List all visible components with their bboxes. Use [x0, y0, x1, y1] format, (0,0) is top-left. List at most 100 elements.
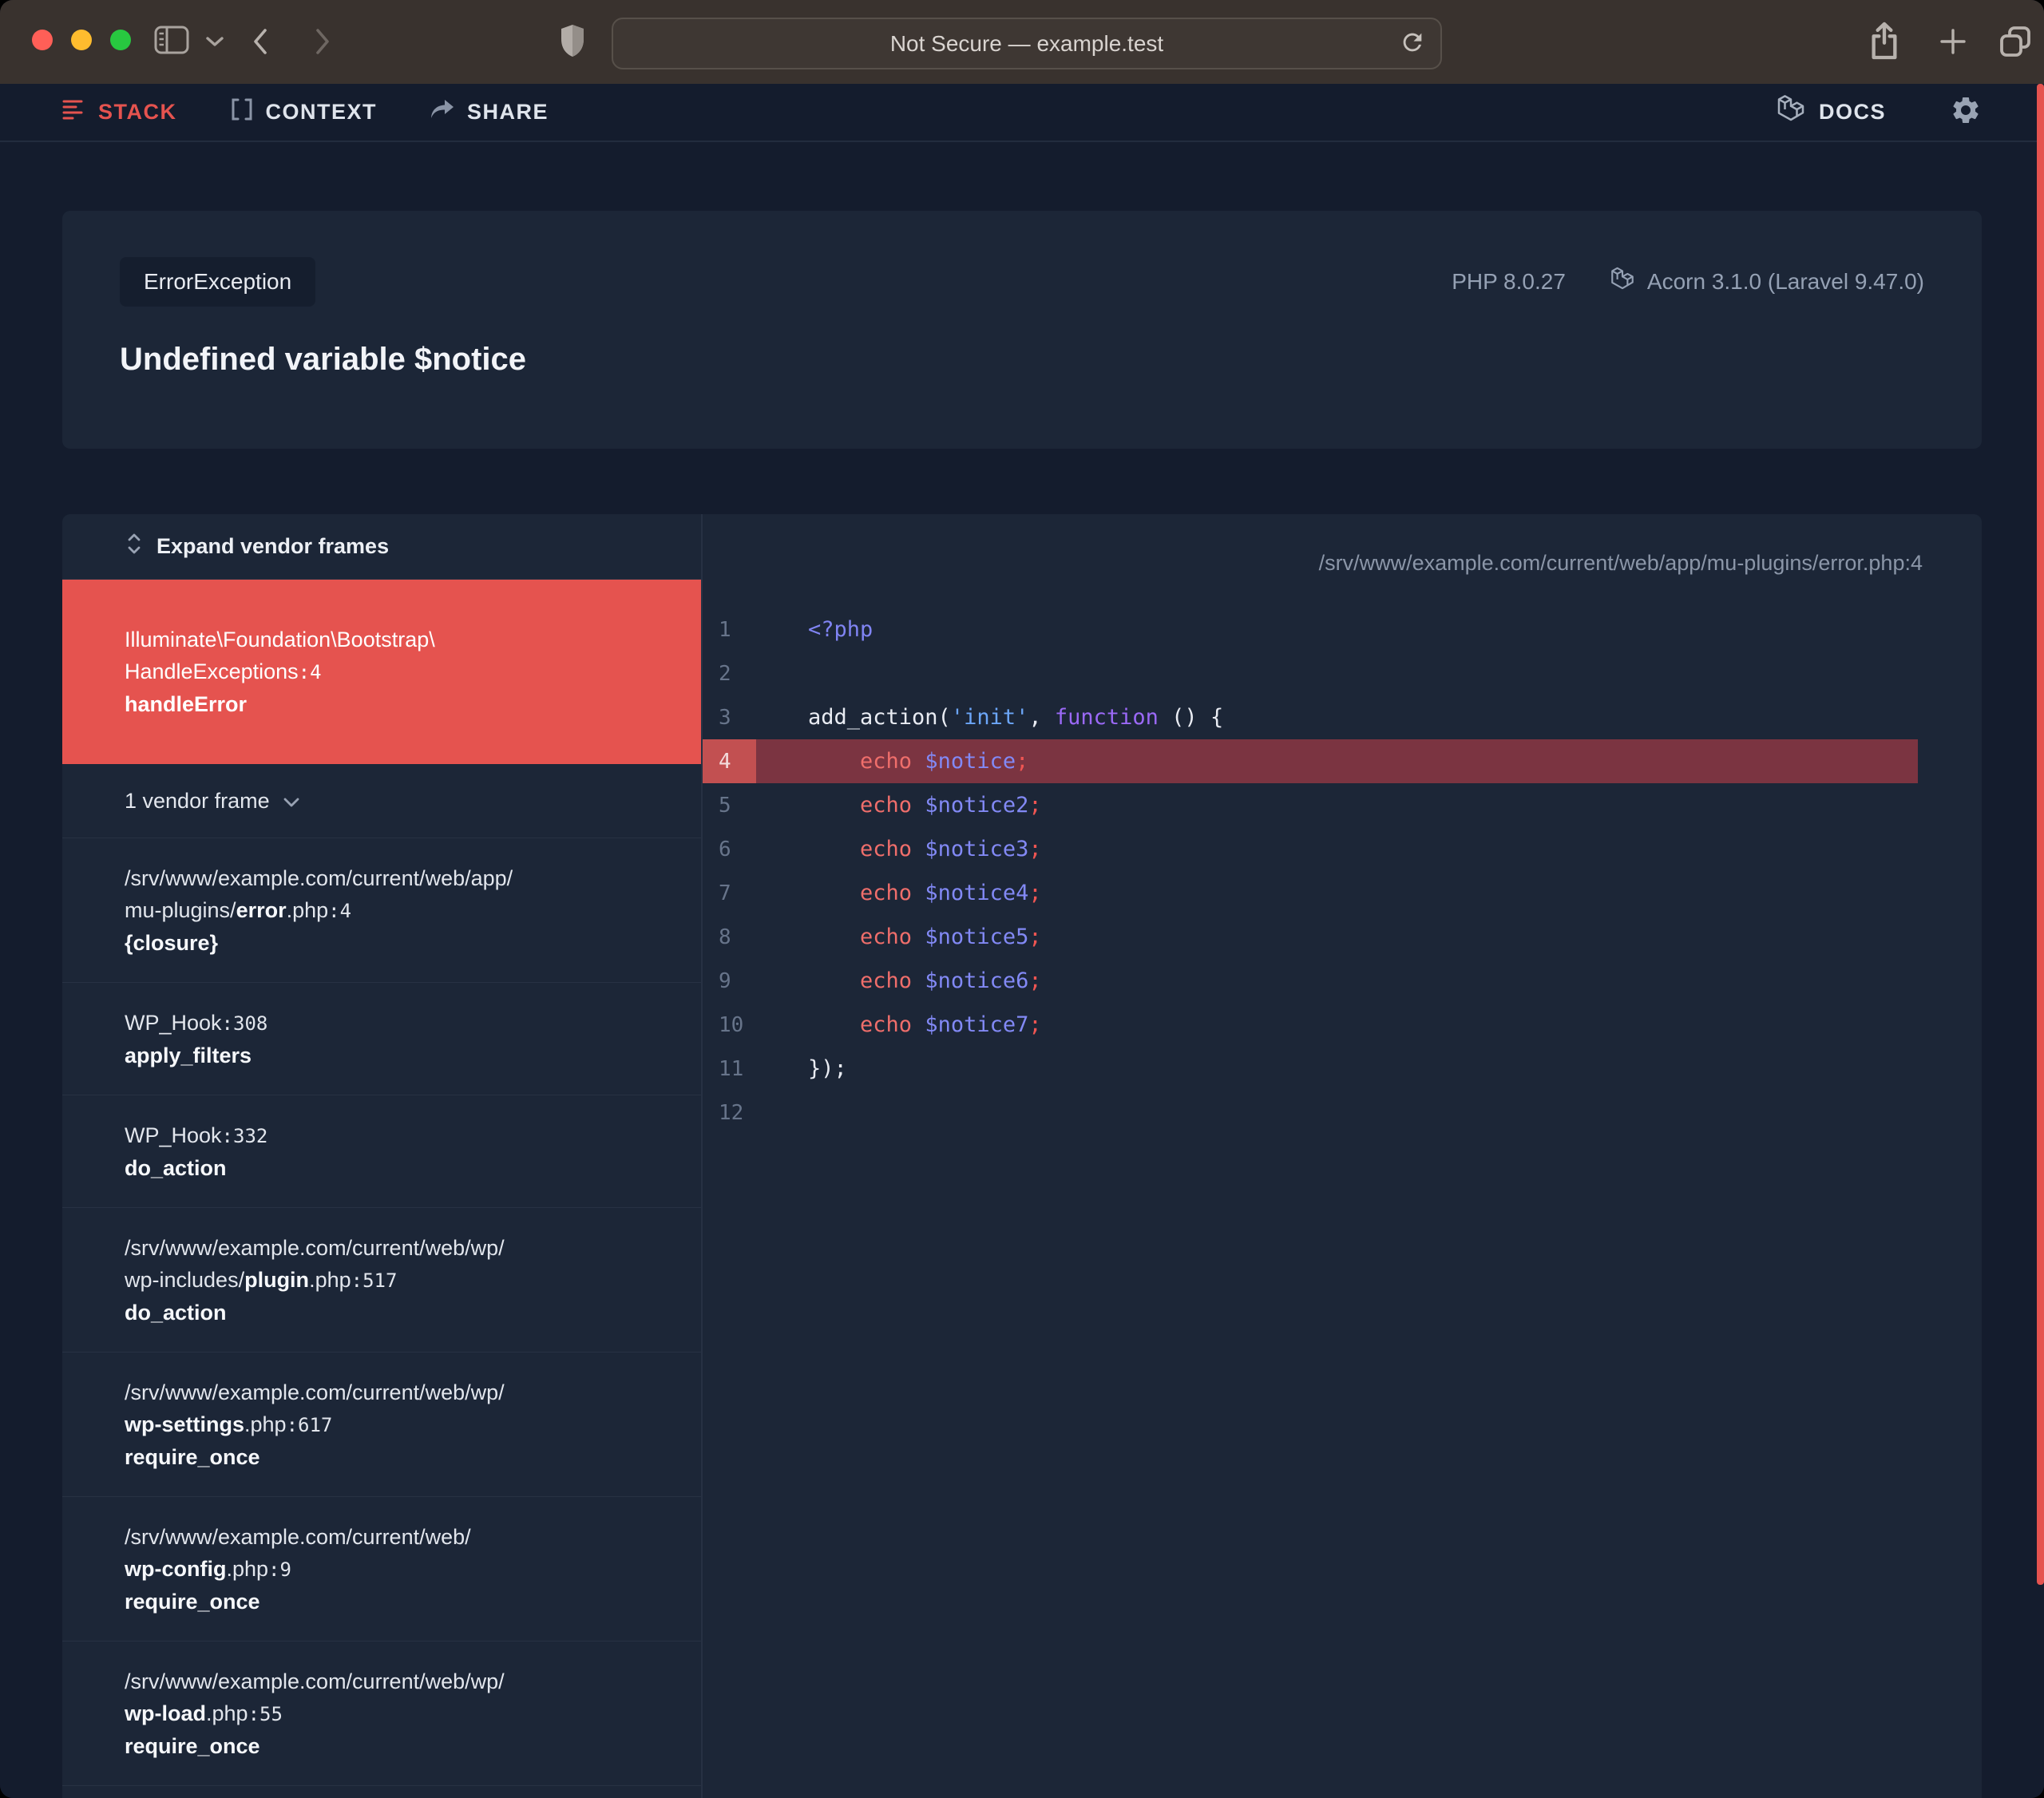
code-line: 12 [703, 1091, 1918, 1135]
reload-icon[interactable] [1399, 29, 1426, 56]
frame-path: WP_Hook:332 [125, 1123, 268, 1147]
stack-frame[interactable]: /srv/www/example.com/current/web/wp/wp-i… [62, 1208, 701, 1352]
zoom-window-button[interactable] [110, 30, 131, 50]
php-version: PHP 8.0.27 [1452, 269, 1566, 294]
frame-method: handleError [125, 692, 248, 716]
frame-method: do_action [125, 1301, 227, 1325]
stack-frame[interactable]: WP_Hook:332 do_action [62, 1095, 701, 1208]
back-button[interactable] [249, 26, 271, 57]
framework-version: Acorn 3.1.0 (Laravel 9.47.0) [1646, 269, 1924, 294]
code-line-source: echo $notice6; [860, 968, 1042, 993]
error-message: Undefined variable $notice [120, 342, 527, 377]
forward-button[interactable] [311, 26, 334, 57]
frame-path: /srv/www/example.com/current/web/wp/ [125, 1380, 505, 1404]
stack-lines-icon [62, 99, 86, 125]
frame-path: /srv/www/example.com/current/web/ [125, 1525, 471, 1549]
minimize-window-button[interactable] [71, 30, 92, 50]
stack-frame-selected[interactable]: Illuminate\Foundation\Bootstrap\ HandleEx… [62, 580, 701, 764]
vendor-frames-toggle[interactable]: 1 vendor frame [62, 764, 701, 838]
code-line-source: echo $notice7; [860, 1012, 1042, 1037]
line-number: 12 [719, 1100, 744, 1125]
frame-method: require_once [125, 1445, 260, 1469]
line-number: 9 [719, 968, 731, 993]
code-line-source: }); [808, 1056, 847, 1081]
sidebar-chevron-down-icon[interactable] [204, 35, 225, 48]
tab-context-label: CONTEXT [265, 100, 378, 124]
frame-path: wp-load.php:55 [125, 1701, 283, 1725]
frame-path: WP_Hook:308 [125, 1011, 268, 1035]
frame-path: /srv/www/example.com/current/web/app/ [125, 866, 513, 890]
code-line-source: echo $notice3; [860, 837, 1042, 861]
stack-frame[interactable]: /srv/www/example.com/current/web/wp-conf… [62, 1497, 701, 1642]
code-line: 1 <?php [703, 608, 1918, 651]
frame-path: wp-config.php:9 [125, 1557, 291, 1581]
stack-frame-list: Illuminate\Foundation\Bootstrap\ HandleEx… [62, 580, 701, 1786]
code-line: 9 echo $notice6; [703, 959, 1918, 1003]
unfold-icon [125, 532, 144, 561]
close-window-button[interactable] [32, 30, 53, 50]
tab-stack-label: STACK [98, 100, 177, 124]
tabs-overview-icon[interactable] [1996, 22, 2034, 61]
window-controls [32, 30, 131, 50]
share-button[interactable]: SHARE [430, 98, 549, 126]
chevron-down-icon [283, 789, 300, 814]
line-number: 2 [719, 661, 731, 686]
code-line: 11}); [703, 1047, 1918, 1091]
stack-frame[interactable]: /srv/www/example.com/current/web/wp/wp-l… [62, 1642, 701, 1786]
tab-stack[interactable]: STACK [62, 99, 177, 125]
share-button-label: SHARE [467, 100, 549, 124]
docs-link-label: DOCS [1818, 100, 1886, 124]
line-number: 1 [719, 617, 731, 642]
code-snippet: 1 <?php 2 3 add_action('init', function () {… [703, 608, 1982, 1135]
exception-class-badge: ErrorException [120, 257, 316, 307]
frame-path: mu-plugins/error.php:4 [125, 898, 352, 922]
browser-toolbar: Not Secure — example.test [0, 0, 2044, 84]
code-line: 7 echo $notice4; [703, 871, 1918, 915]
code-line-source: echo $notice2; [860, 793, 1042, 818]
frame-method: {closure} [125, 931, 219, 955]
frame-method: apply_filters [125, 1044, 252, 1067]
frame-path: wp-settings.php:617 [125, 1412, 333, 1436]
laravel-icon [1775, 93, 1807, 131]
line-number: 11 [719, 1056, 744, 1081]
code-line: 10 echo $notice7; [703, 1003, 1918, 1047]
code-file-path: /srv/www/example.com/current/web/app/mu-… [1318, 551, 1923, 575]
scrollbar-thumb[interactable] [2037, 84, 2044, 1585]
frame-method: do_action [125, 1156, 227, 1180]
browser-window: Not Secure — example.test STACK CONTEXT … [0, 0, 2044, 1798]
line-number: 10 [719, 1012, 744, 1037]
shield-icon[interactable] [559, 23, 586, 58]
share-arrow-icon [430, 98, 455, 126]
line-number: 3 [719, 705, 731, 730]
laravel-icon [1609, 266, 1636, 299]
new-tab-icon[interactable] [1935, 24, 1971, 59]
address-bar[interactable]: Not Secure — example.test [612, 18, 1442, 69]
error-summary-card: ErrorException PHP 8.0.27 Acorn 3.1.0 (L… [62, 211, 1982, 449]
line-number: 8 [719, 925, 731, 949]
code-line-source: echo $notice; [860, 749, 1029, 774]
frame-path: Illuminate\Foundation\Bootstrap\ [125, 628, 435, 651]
line-number: 5 [719, 793, 731, 818]
version-info: PHP 8.0.27 Acorn 3.1.0 (Laravel 9.47.0) [1452, 266, 1924, 299]
code-line: 6 echo $notice3; [703, 827, 1918, 871]
share-page-icon[interactable] [1868, 22, 1900, 61]
frame-path: wp-includes/plugin.php:517 [125, 1268, 398, 1292]
stack-frames-panel: Expand vendor frames Illuminate\Foundati… [62, 514, 703, 1798]
line-number: 6 [719, 837, 731, 861]
code-line: 3 add_action('init', function () { [703, 695, 1918, 739]
frame-path: /srv/www/example.com/current/web/wp/ [125, 1669, 505, 1693]
code-panel: /srv/www/example.com/current/web/app/mu-… [703, 514, 1982, 1798]
stack-frame[interactable]: WP_Hook:308 apply_filters [62, 983, 701, 1095]
stack-frame[interactable]: /srv/www/example.com/current/web/app/mu-… [62, 838, 701, 983]
stack-trace-card: Expand vendor frames Illuminate\Foundati… [62, 514, 1982, 1798]
tab-context[interactable]: CONTEXT [230, 97, 378, 127]
line-number: 7 [719, 881, 731, 905]
stack-frame[interactable]: /srv/www/example.com/current/web/wp/wp-s… [62, 1352, 701, 1497]
expand-vendor-frames-button[interactable]: Expand vendor frames [62, 514, 701, 580]
code-line: 5 echo $notice2; [703, 783, 1918, 827]
settings-button[interactable] [1950, 94, 1982, 130]
code-line-source: echo $notice5; [860, 925, 1042, 949]
expand-vendor-frames-label: Expand vendor frames [156, 534, 390, 558]
docs-link[interactable]: DOCS [1775, 93, 1886, 131]
sidebar-toggle-icon[interactable] [154, 26, 189, 54]
